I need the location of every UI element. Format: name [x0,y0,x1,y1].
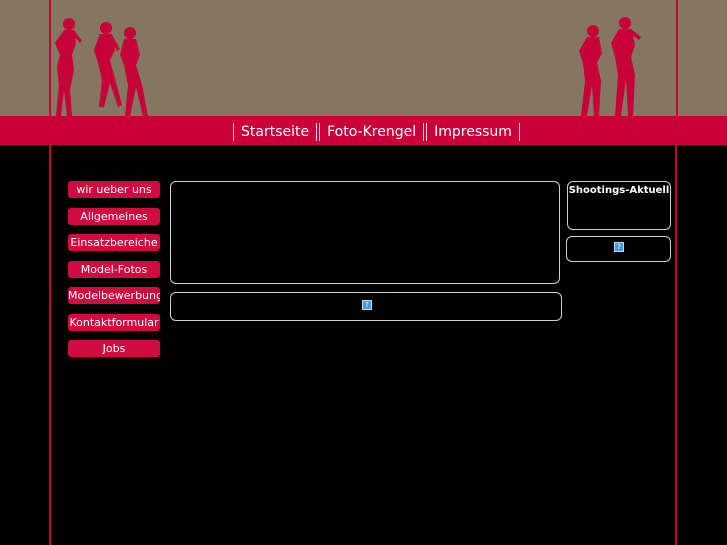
nav-separator [518,123,520,141]
nav-separator [316,123,318,141]
right-image-box: ? [566,236,671,262]
sidebar-menu: wir ueber uns Allgemeines Einsatzbereich… [68,181,160,367]
sidebar-item-einsatzbereiche[interactable]: Einsatzbereiche [68,234,160,251]
header-divider-left [49,0,51,116]
right-border-line [675,145,677,545]
nav-separator [423,123,425,141]
main-image-box: ? [170,292,562,321]
main-content-box [170,181,560,284]
woman-silhouette-icon [579,17,641,116]
sidebar-item-kontaktformular[interactable]: Kontaktformular [68,313,160,331]
sidebar-item-jobs[interactable]: Jobs [68,340,160,357]
woman-silhouette-icon [55,18,148,116]
nav-link-startseite[interactable]: Startseite [234,123,316,141]
sidebar-item-allgemeines[interactable]: Allgemeines [68,207,160,225]
broken-image-icon: ? [362,300,372,310]
shootings-aktuell-box: Shootings-Aktuell [567,181,671,230]
top-navigation: Startseite Foto-Krengel Impressum [233,122,520,142]
sidebar-item-modelbewerbung[interactable]: Modelbewerbung [68,287,160,304]
sidebar-item-model-fotos[interactable]: Model-Fotos [68,260,160,278]
nav-link-impressum[interactable]: Impressum [427,123,519,141]
sidebar-item-wir-ueber-uns[interactable]: wir ueber uns [68,181,160,198]
shootings-aktuell-title: Shootings-Aktuell [568,185,670,196]
nav-link-foto-krengel[interactable]: Foto-Krengel [320,123,423,141]
header-banner [0,0,727,116]
header-divider-right [676,0,678,116]
broken-image-icon: ? [614,242,624,252]
left-border-line [49,145,51,545]
